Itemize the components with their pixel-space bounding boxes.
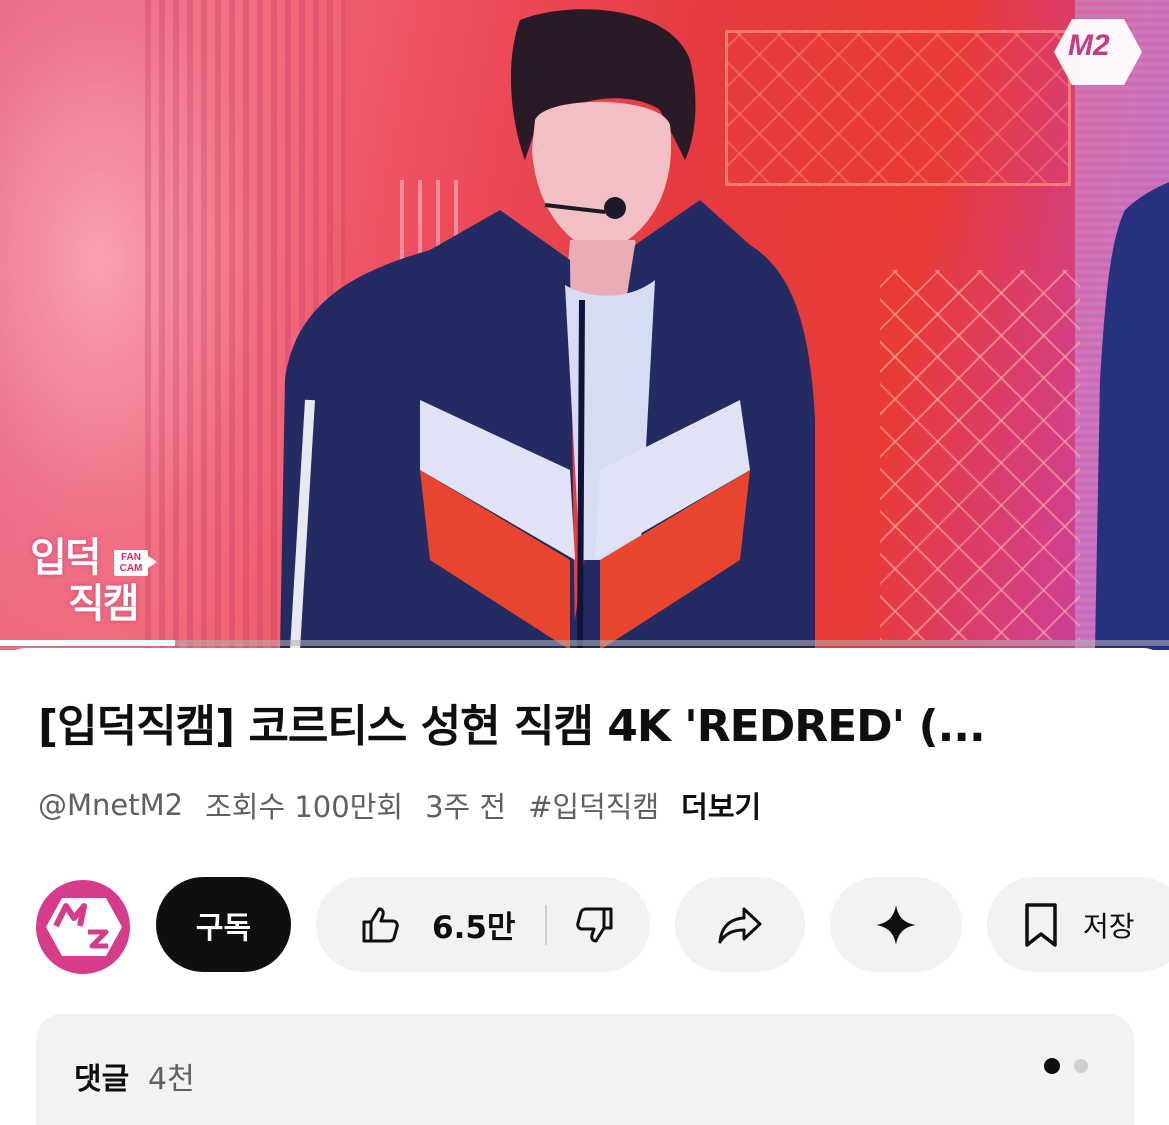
video-background-fence: [880, 270, 1080, 640]
action-row: 구독 6.5만 저장: [0, 877, 1169, 974]
share-button[interactable]: [675, 877, 805, 972]
video-watch-page: M2 입덕 직캠 FAN CAM [입덕직캠] 코르티스 성현 직캠 4K 'R…: [0, 0, 1169, 1125]
bookmark-icon: [1025, 902, 1057, 947]
fancam-tag-line2: CAM: [119, 563, 143, 574]
subscribe-button[interactable]: 구독: [156, 877, 291, 972]
dislike-button[interactable]: [547, 903, 617, 947]
fancam-badge-tag: FAN CAM: [114, 550, 148, 576]
video-metadata[interactable]: @MnetM2 조회수 100만회 3주 전 #입덕직캠 더보기: [38, 782, 761, 828]
fancam-badge-line2: 직캠: [68, 581, 140, 627]
like-button[interactable]: 6.5만: [316, 902, 515, 947]
fancam-tag-line1: FAN: [121, 552, 141, 563]
ai-ask-button[interactable]: [830, 877, 962, 972]
second-performer-figure: [1095, 182, 1169, 650]
performer-figure: [280, 9, 815, 650]
channel-handle[interactable]: @MnetM2: [38, 788, 183, 822]
thumbs-down-icon: [576, 907, 613, 942]
carousel-dot-active: [1044, 1058, 1060, 1074]
thumbs-up-icon: [362, 907, 399, 942]
carousel-dot: [1074, 1059, 1088, 1073]
m2-logo-letter-m: M2: [1068, 29, 1110, 62]
share-icon: [718, 907, 762, 943]
fancam-camera-icon: [148, 556, 157, 568]
hashtag-link[interactable]: #입덕직캠: [528, 784, 659, 826]
like-dislike-button-group: 6.5만: [316, 877, 650, 972]
save-label: 저장: [1083, 909, 1135, 943]
video-player[interactable]: M2 입덕 직캠 FAN CAM: [0, 0, 1169, 650]
sparkle-icon: [876, 904, 916, 945]
upload-age: 3주 전: [425, 790, 507, 824]
video-progress-track[interactable]: [0, 640, 1169, 646]
more-link[interactable]: 더보기: [681, 784, 761, 826]
m2-avatar-icon: [46, 898, 122, 956]
comments-count: 4천: [148, 1062, 195, 1097]
like-count: 6.5만: [432, 910, 516, 946]
comments-label: 댓글: [74, 1062, 130, 1097]
channel-avatar[interactable]: [36, 880, 130, 974]
video-progress-fill: [0, 640, 175, 646]
view-count: 조회수 100만회: [205, 790, 404, 824]
fancam-badge: 입덕 직캠 FAN CAM: [30, 525, 160, 627]
comments-card[interactable]: 댓글 4천: [36, 1014, 1134, 1125]
m2-channel-logo: M2: [1054, 19, 1142, 85]
video-title[interactable]: [입덕직캠] 코르티스 성현 직캠 4K 'REDRED' (...: [38, 695, 1138, 759]
save-button[interactable]: 저장: [987, 877, 1169, 972]
